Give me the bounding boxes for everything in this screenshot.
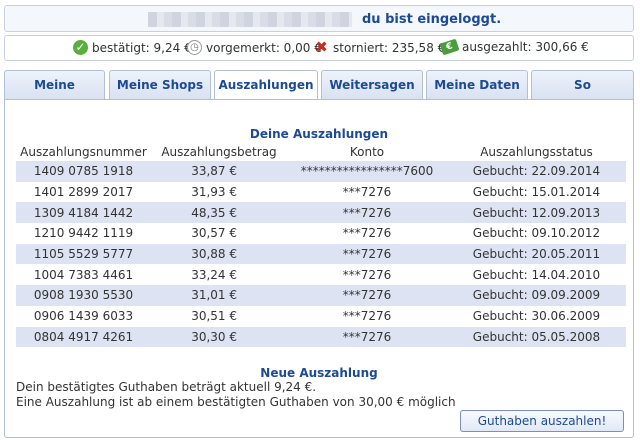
- payout-status: Gebucht: 05.05.2008: [447, 326, 626, 348]
- payout-amount: 31,93 €: [191, 185, 237, 200]
- payout-number: 0906 1439 6033: [33, 309, 134, 324]
- payout-amount: 30,57 €: [191, 226, 237, 241]
- payout-status: Gebucht: 22.09.2014: [447, 161, 626, 182]
- table-row: 1210 9442 1119 30,57 € ***7276 Gebucht: 09.…: [16, 223, 626, 244]
- new-payout-title: Neue Auszahlung: [260, 366, 378, 380]
- payout-amount: 30,51 €: [191, 309, 237, 324]
- tab-meine-shops[interactable]: Meine Shops: [109, 70, 211, 99]
- money-icon: €: [439, 38, 460, 56]
- payout-status: Gebucht: 15.01.2014: [472, 185, 601, 200]
- tab-so-funktionierts[interactable]: So funktioniert`s: [531, 70, 634, 121]
- username-blurred: [148, 12, 352, 27]
- payout-account: ***7276: [342, 226, 392, 241]
- payout-account: ***7276: [342, 267, 392, 282]
- table-row: 1309 4184 1442 48,35 € ***7276 Gebucht: 12.…: [16, 202, 626, 224]
- payout-account: ***7276: [287, 202, 447, 224]
- payout-amount: 30,88 €: [151, 243, 287, 265]
- col-header-account: Konto: [349, 145, 385, 159]
- col-header-amount: Auszahlungsbetrag: [161, 145, 277, 159]
- payout-account: ***7276: [287, 243, 447, 265]
- login-bar: du bist eingeloggt.: [4, 5, 634, 32]
- payouts-panel: Deine Auszahlungen Auszahlungsnummer Aus…: [4, 99, 634, 438]
- payout-status: Gebucht: 09.09.2009: [447, 285, 626, 306]
- payout-threshold-text: Eine Auszahlung ist ab einem bestätigten…: [16, 395, 456, 409]
- payout-number: 0908 1930 5530: [16, 285, 151, 306]
- table-row: 0906 1439 6033 30,51 € ***7276 Gebucht: 30.…: [16, 306, 626, 327]
- payout-account: ***7276: [342, 309, 392, 324]
- table-row: 1409 0785 1918 33,87 € *****************76…: [16, 161, 626, 182]
- payout-status: Gebucht: 12.09.2013: [447, 202, 626, 224]
- payout-status: Gebucht: 30.06.2009: [472, 309, 601, 324]
- tab-bar: Meine Einkäufe Meine Shops Auszahlungen …: [4, 70, 634, 121]
- payout-account: *****************7600: [287, 161, 447, 182]
- payout-amount: 33,87 €: [151, 161, 287, 182]
- payouts-table: Auszahlungsnummer Auszahlungsbetrag Kont…: [16, 143, 626, 348]
- table-header-row: Auszahlungsnummer Auszahlungsbetrag Kont…: [16, 143, 626, 161]
- payout-status: Gebucht: 09.10.2012: [472, 226, 601, 241]
- table-row: 1105 5529 5777 30,88 € ***7276 Gebucht: 20.…: [16, 243, 626, 265]
- login-status: du bist eingeloggt.: [362, 12, 502, 27]
- payouts-title: Deine Auszahlungen: [249, 127, 389, 141]
- payout-number: 0804 4917 4261: [16, 326, 151, 348]
- payout-status: Gebucht: 20.05.2011: [447, 243, 626, 265]
- check-circle-icon: ✓: [73, 40, 88, 55]
- payout-account: ***7276: [342, 185, 392, 200]
- col-header-number: Auszahlungsnummer: [20, 145, 147, 159]
- payout-account: ***7276: [287, 326, 447, 348]
- timer-icon: ◷: [187, 40, 202, 55]
- table-row: 1401 2899 2017 31,93 € ***7276 Gebucht: 15.…: [16, 182, 626, 203]
- col-header-status: Auszahlungsstatus: [480, 145, 593, 159]
- tab-weitersagen[interactable]: Weitersagen: [321, 70, 423, 99]
- payout-button[interactable]: Guthaben auszahlen!: [460, 410, 624, 432]
- balance-status-bar: ✓ bestätigt: 9,24 € ◷ vorgemerkt: 0,00 €…: [4, 35, 634, 61]
- payout-amount: 48,35 €: [151, 202, 287, 224]
- payout-number: 1309 4184 1442: [16, 202, 151, 224]
- table-row: 1004 7383 4461 33,24 € ***7276 Gebucht: 14.…: [16, 264, 626, 285]
- payout-number: 1004 7383 4461: [33, 267, 134, 282]
- status-paid-out: € ausgezahlt: 300,66 €: [439, 38, 589, 56]
- status-confirmed: ✓ bestätigt: 9,24 €: [73, 40, 192, 55]
- table-row: 0804 4917 4261 30,30 € ***7276 Gebucht: 05.…: [16, 326, 626, 348]
- tab-meine-einkaeufe[interactable]: Meine Einkäufe: [4, 70, 105, 121]
- status-pending: ◷ vorgemerkt: 0,00 €: [187, 40, 322, 55]
- payout-number: 1210 9442 1119: [33, 226, 134, 241]
- balance-info-text: Dein bestätigtes Guthaben beträgt aktuel…: [16, 380, 317, 394]
- payout-number: 1409 0785 1918: [16, 161, 151, 182]
- payout-number: 1105 5529 5777: [16, 243, 151, 265]
- payout-number: 1401 2899 2017: [33, 185, 134, 200]
- payout-amount: 33,24 €: [191, 267, 237, 282]
- cross-icon: ✖: [315, 38, 328, 56]
- payout-status: Gebucht: 14.04.2010: [472, 267, 601, 282]
- payout-amount: 31,01 €: [151, 285, 287, 306]
- payout-account: ***7276: [287, 285, 447, 306]
- tab-auszahlungen[interactable]: Auszahlungen: [214, 70, 318, 101]
- table-row: 0908 1930 5530 31,01 € ***7276 Gebucht: 09.…: [16, 285, 626, 306]
- tab-meine-daten[interactable]: Meine Daten: [426, 70, 528, 99]
- payout-amount: 30,30 €: [151, 326, 287, 348]
- payouts-table-body: 1409 0785 1918 33,87 € *****************76…: [16, 161, 626, 348]
- status-cancelled: ✖ storniert: 235,58 €: [315, 38, 446, 56]
